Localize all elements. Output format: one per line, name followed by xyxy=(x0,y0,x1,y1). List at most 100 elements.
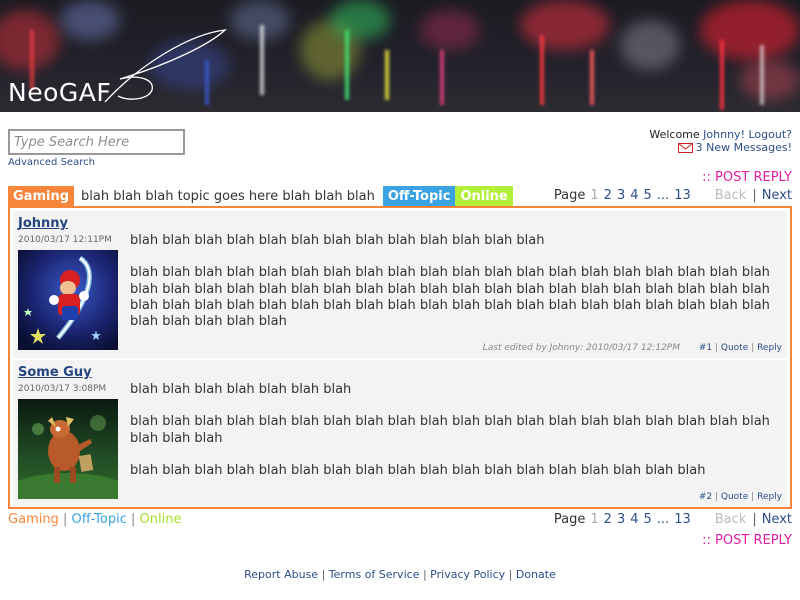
post-paragraph: blah blah blah blah blah blah blah blah … xyxy=(130,462,706,478)
post-number-link[interactable]: #2 xyxy=(699,492,712,502)
post-author[interactable]: Johnny xyxy=(18,216,68,231)
city-light xyxy=(330,0,390,40)
light-reflection xyxy=(345,30,349,100)
page-link[interactable]: 5 xyxy=(644,512,652,527)
page-link-last[interactable]: 13 xyxy=(674,512,691,527)
page-link[interactable]: 5 xyxy=(644,188,652,203)
page-link[interactable]: 4 xyxy=(630,188,638,203)
avatar-creature-icon xyxy=(18,399,118,499)
post-body: blah blah blah blah blah blah blah blah … xyxy=(130,382,770,495)
page-separator: | xyxy=(752,512,757,527)
page-next-button[interactable]: Next xyxy=(762,188,792,203)
post-reply-button-bottom[interactable]: :: POST REPLY xyxy=(702,533,792,548)
bottom-tag-links: Gaming | Off-Topic | Online xyxy=(8,512,181,527)
light-reflection xyxy=(720,40,724,110)
page-link[interactable]: 2 xyxy=(604,512,612,527)
action-separator: | xyxy=(751,492,755,502)
post-reply-button-top[interactable]: :: POST REPLY xyxy=(702,170,792,185)
quote-button[interactable]: Quote xyxy=(721,343,748,353)
avatar[interactable] xyxy=(18,250,118,350)
pagination-bottom: Page 1 2 3 4 5 ... 13 Back | Next xyxy=(554,512,792,527)
page-current: 1 xyxy=(590,188,599,203)
city-light xyxy=(740,60,800,100)
advanced-search-link[interactable]: Advanced Search xyxy=(8,157,95,168)
tag-link-offtopic[interactable]: Off-Topic xyxy=(71,512,126,527)
post: Johnny 2010/03/17 12:11PM blah blah blah… xyxy=(13,211,787,358)
footer-link-privacy[interactable]: Privacy Policy xyxy=(430,568,505,581)
light-reflection xyxy=(440,50,444,105)
page-link[interactable]: 3 xyxy=(617,512,625,527)
post-body: blah blah blah blah blah blah blah blah … xyxy=(130,233,770,346)
reply-button[interactable]: Reply xyxy=(757,492,782,502)
thread-container: Johnny 2010/03/17 12:11PM blah blah blah… xyxy=(8,206,792,509)
welcome-text: Welcome xyxy=(649,128,700,141)
page-next-button[interactable]: Next xyxy=(762,512,792,527)
page-ellipsis: ... xyxy=(656,188,670,203)
post: Some Guy 2010/03/17 3:08PM blah blah bla… xyxy=(13,360,787,507)
logo-swoosh-icon xyxy=(104,29,227,103)
page-link-last[interactable]: 13 xyxy=(674,188,691,203)
footer: Report Abuse | Terms of Service | Privac… xyxy=(0,568,800,581)
light-reflection xyxy=(540,35,544,105)
city-light xyxy=(420,10,480,50)
avatar-mario-icon xyxy=(18,250,118,350)
page-label: Page xyxy=(553,512,586,527)
edited-note: Last edited by Johnny: 2010/03/17 12:12P… xyxy=(482,343,680,353)
username-link[interactable]: Johnny! xyxy=(703,128,745,141)
logout-link[interactable]: Logout? xyxy=(748,128,792,141)
tag-gaming[interactable]: Gaming xyxy=(8,186,75,206)
tag-link-gaming[interactable]: Gaming xyxy=(8,512,59,527)
post-date: 2010/03/17 12:11PM xyxy=(18,235,112,245)
light-reflection xyxy=(590,50,594,105)
city-light xyxy=(700,0,800,60)
action-separator: | xyxy=(714,343,719,353)
footer-link-terms[interactable]: Terms of Service xyxy=(329,568,420,581)
envelope-icon xyxy=(677,142,693,153)
footer-separator: | xyxy=(422,568,427,581)
quote-button[interactable]: Quote xyxy=(721,492,748,502)
messages-notice[interactable]: 3 New Messages! xyxy=(677,141,792,154)
post-date: 2010/03/17 3:08PM xyxy=(18,384,107,394)
post-actions: #2 | Quote | Reply xyxy=(699,492,782,502)
tag-offtopic[interactable]: Off-Topic xyxy=(382,186,456,206)
post-paragraph: blah blah blah blah blah blah blah blah … xyxy=(130,414,770,446)
page-back-button: Back xyxy=(714,512,747,527)
page-label: Page xyxy=(553,188,586,203)
thread-title: blah blah blah topic goes here blah blah… xyxy=(81,188,375,204)
post-paragraph: blah blah blah blah blah blah blah blah … xyxy=(130,233,545,248)
light-reflection xyxy=(260,25,264,95)
welcome-bar: Welcome Johnny! Logout? xyxy=(649,128,792,141)
action-separator: | xyxy=(714,492,719,502)
topic-bar: Gaming blah blah blah topic goes here bl… xyxy=(8,186,513,206)
page-back-button: Back xyxy=(714,188,747,203)
page-link[interactable]: 2 xyxy=(604,188,612,203)
post-actions: #1 | Quote | Reply xyxy=(699,343,782,353)
page-separator: | xyxy=(752,188,757,203)
search-input[interactable] xyxy=(8,129,185,155)
page-current: 1 xyxy=(590,512,599,527)
page-ellipsis: ... xyxy=(656,512,670,527)
avatar[interactable] xyxy=(18,399,118,499)
tag-link-online[interactable]: Online xyxy=(140,512,182,527)
reply-button[interactable]: Reply xyxy=(757,343,782,353)
city-light xyxy=(620,20,680,70)
page-link[interactable]: 3 xyxy=(617,188,625,203)
site-logo[interactable]: NeoGAF xyxy=(8,80,111,105)
action-separator: | xyxy=(751,343,755,353)
page-link[interactable]: 4 xyxy=(630,512,638,527)
footer-link-report-abuse[interactable]: Report Abuse xyxy=(244,568,318,581)
tag-online[interactable]: Online xyxy=(455,186,513,206)
post-author[interactable]: Some Guy xyxy=(18,365,92,380)
footer-separator: | xyxy=(508,568,513,581)
light-reflection xyxy=(385,50,389,100)
post-paragraph: blah blah blah blah blah blah blah xyxy=(130,382,352,397)
header-banner: NeoGAF xyxy=(0,0,800,112)
messages-link[interactable]: 3 New Messages! xyxy=(696,141,792,154)
light-reflection xyxy=(760,45,764,105)
city-light xyxy=(520,0,610,50)
tag-separator: | xyxy=(62,512,68,527)
post-paragraph: blah blah blah blah blah blah blah blah … xyxy=(130,265,770,330)
post-number-link[interactable]: #1 xyxy=(699,343,712,353)
footer-link-donate[interactable]: Donate xyxy=(516,568,556,581)
pagination-top: Page 1 2 3 4 5 ... 13 Back | Next xyxy=(554,188,792,203)
